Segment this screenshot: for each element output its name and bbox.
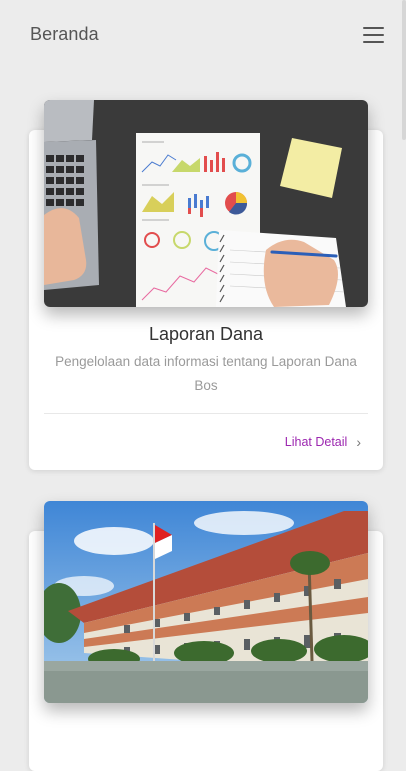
scrollbar[interactable] <box>402 0 406 140</box>
app-header: Beranda <box>0 0 406 70</box>
card-description: Pengelolaan data informasi tentang Lapor… <box>55 354 357 393</box>
financial-report-image <box>44 100 368 307</box>
card-divider <box>44 413 368 414</box>
page-title: Beranda <box>30 24 99 44</box>
hamburger-menu-icon[interactable] <box>360 24 388 46</box>
card-title: Laporan Dana <box>148 324 264 344</box>
chevron-right-icon: › <box>356 434 361 450</box>
lihat-detail-link[interactable]: Lihat Detail › <box>285 434 361 450</box>
link-label: Lihat Detail <box>284 435 348 449</box>
school-building-image <box>44 501 368 703</box>
